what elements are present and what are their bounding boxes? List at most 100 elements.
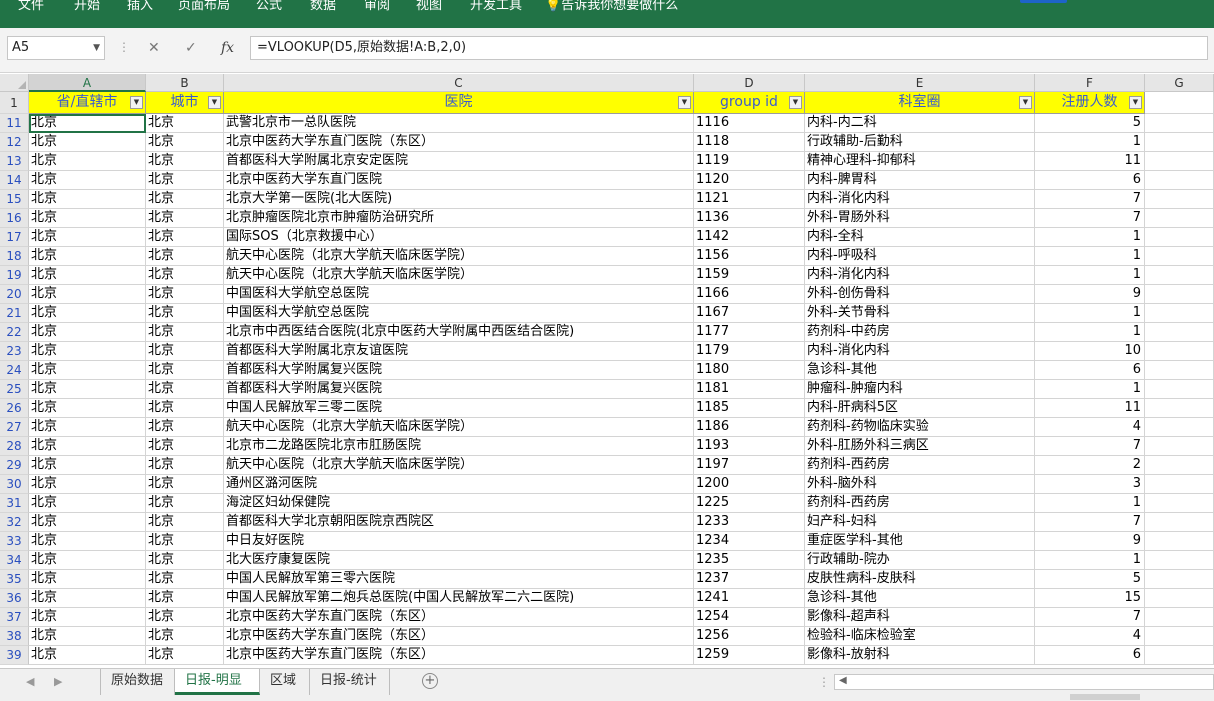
- cell-group-id[interactable]: 1225: [694, 494, 805, 513]
- cell-hospital[interactable]: 北京市二龙路医院北京市肛肠医院: [224, 437, 694, 456]
- cell-empty[interactable]: [1145, 589, 1214, 608]
- cell-city[interactable]: 北京: [146, 342, 224, 361]
- cell-empty[interactable]: [1145, 570, 1214, 589]
- cell-city[interactable]: 北京: [146, 209, 224, 228]
- cell-city[interactable]: 北京: [146, 589, 224, 608]
- cell-empty[interactable]: [1145, 190, 1214, 209]
- cell-city[interactable]: 北京: [146, 304, 224, 323]
- cell-empty[interactable]: [1145, 209, 1214, 228]
- row-header[interactable]: 30: [0, 475, 29, 494]
- cell-city[interactable]: 北京: [146, 380, 224, 399]
- enter-icon[interactable]: ✓: [185, 40, 197, 56]
- cell-hospital[interactable]: 北京大学第一医院(北大医院): [224, 190, 694, 209]
- ribbon-tab-data[interactable]: 数据: [310, 0, 336, 13]
- cell-department[interactable]: 内科-消化内科: [805, 266, 1035, 285]
- cell-city[interactable]: 北京: [146, 494, 224, 513]
- cell-province[interactable]: 北京: [29, 209, 146, 228]
- cell-registrations[interactable]: 6: [1035, 171, 1145, 190]
- cell-city[interactable]: 北京: [146, 627, 224, 646]
- cell-group-id[interactable]: 1200: [694, 475, 805, 494]
- cell-registrations[interactable]: 9: [1035, 532, 1145, 551]
- cell-hospital[interactable]: 首都医科大学附属复兴医院: [224, 380, 694, 399]
- cell-province[interactable]: 北京: [29, 323, 146, 342]
- cell-province[interactable]: 北京: [29, 380, 146, 399]
- cell-department[interactable]: 药剂科-中药房: [805, 323, 1035, 342]
- cell-group-id[interactable]: 1259: [694, 646, 805, 665]
- cell-registrations[interactable]: 4: [1035, 627, 1145, 646]
- cell-empty[interactable]: [1145, 380, 1214, 399]
- sheet-tab-raw-data[interactable]: 原始数据: [101, 669, 175, 695]
- column-header-a[interactable]: A: [29, 74, 146, 92]
- cell-department[interactable]: 内科-内二科: [805, 114, 1035, 133]
- cell-department[interactable]: 内科-消化内科: [805, 190, 1035, 209]
- cell-empty[interactable]: [1145, 532, 1214, 551]
- cancel-icon[interactable]: ✕: [148, 40, 160, 56]
- cell-city[interactable]: 北京: [146, 171, 224, 190]
- cell-department[interactable]: 皮肤性病科-皮肤科: [805, 570, 1035, 589]
- cell-group-id[interactable]: 1136: [694, 209, 805, 228]
- cell-city[interactable]: 北京: [146, 190, 224, 209]
- cell-department[interactable]: 外科-脑外科: [805, 475, 1035, 494]
- cell-city[interactable]: 北京: [146, 323, 224, 342]
- row-header[interactable]: 13: [0, 152, 29, 171]
- ribbon-tab-home[interactable]: 开始: [74, 0, 100, 13]
- cell-city[interactable]: 北京: [146, 133, 224, 152]
- cell-empty[interactable]: [1145, 152, 1214, 171]
- cell-registrations[interactable]: 15: [1035, 589, 1145, 608]
- cell-registrations[interactable]: 7: [1035, 608, 1145, 627]
- ribbon-tab-insert[interactable]: 插入: [127, 0, 153, 13]
- row-header[interactable]: 22: [0, 323, 29, 342]
- cell-empty[interactable]: [1145, 627, 1214, 646]
- filter-dropdown-icon[interactable]: ▼: [1129, 96, 1142, 109]
- cell-registrations[interactable]: 5: [1035, 570, 1145, 589]
- cell-city[interactable]: 北京: [146, 456, 224, 475]
- cell-group-id[interactable]: 1121: [694, 190, 805, 209]
- row-header[interactable]: 25: [0, 380, 29, 399]
- column-header-f[interactable]: F: [1035, 74, 1145, 92]
- cell-hospital[interactable]: 首都医科大学附属复兴医院: [224, 361, 694, 380]
- row-header[interactable]: 27: [0, 418, 29, 437]
- cell-registrations[interactable]: 9: [1035, 285, 1145, 304]
- row-header[interactable]: 32: [0, 513, 29, 532]
- cell-province[interactable]: 北京: [29, 551, 146, 570]
- cell-registrations[interactable]: 1: [1035, 247, 1145, 266]
- cell-group-id[interactable]: 1197: [694, 456, 805, 475]
- cell-province[interactable]: 北京: [29, 513, 146, 532]
- row-header[interactable]: 37: [0, 608, 29, 627]
- filter-dropdown-icon[interactable]: ▼: [1019, 96, 1032, 109]
- cell-hospital[interactable]: 北京肿瘤医院北京市肿瘤防治研究所: [224, 209, 694, 228]
- cell-department[interactable]: 外科-肛肠外科三病区: [805, 437, 1035, 456]
- cell-empty[interactable]: [1145, 361, 1214, 380]
- cell-empty[interactable]: [1145, 114, 1214, 133]
- cell-empty[interactable]: [1145, 228, 1214, 247]
- filter-dropdown-icon[interactable]: ▼: [678, 96, 691, 109]
- cell-department[interactable]: 重症医学科-其他: [805, 532, 1035, 551]
- cell-province[interactable]: 北京: [29, 399, 146, 418]
- cell-registrations[interactable]: 5: [1035, 114, 1145, 133]
- cell-department[interactable]: 精神心理科-抑郁科: [805, 152, 1035, 171]
- cell-hospital[interactable]: 首都医科大学北京朝阳医院京西院区: [224, 513, 694, 532]
- cell-province[interactable]: 北京: [29, 228, 146, 247]
- cell-hospital[interactable]: 航天中心医院（北京大学航天临床医学院）: [224, 247, 694, 266]
- header-cell-department[interactable]: 科室圈 ▼: [805, 92, 1035, 114]
- cell-registrations[interactable]: 11: [1035, 399, 1145, 418]
- row-header[interactable]: 24: [0, 361, 29, 380]
- cell-hospital[interactable]: 北京中医药大学东直门医院（东区）: [224, 608, 694, 627]
- cell-registrations[interactable]: 2: [1035, 456, 1145, 475]
- cell-province[interactable]: 北京: [29, 133, 146, 152]
- cell-group-id[interactable]: 1186: [694, 418, 805, 437]
- cell-hospital[interactable]: 北京中医药大学东直门医院（东区）: [224, 646, 694, 665]
- cell-group-id[interactable]: 1167: [694, 304, 805, 323]
- cell-province[interactable]: 北京: [29, 152, 146, 171]
- cell-department[interactable]: 检验科-临床检验室: [805, 627, 1035, 646]
- cell-city[interactable]: 北京: [146, 570, 224, 589]
- cell-department[interactable]: 外科-关节骨科: [805, 304, 1035, 323]
- header-cell-hospital[interactable]: 医院 ▼: [224, 92, 694, 114]
- cell-province[interactable]: 北京: [29, 437, 146, 456]
- sheet-tab-daily-detail[interactable]: 日报-明显: [175, 669, 260, 695]
- cell-hospital[interactable]: 中国人民解放军第二炮兵总医院(中国人民解放军二六二医院): [224, 589, 694, 608]
- cell-department[interactable]: 内科-消化内科: [805, 342, 1035, 361]
- cell-hospital[interactable]: 航天中心医院（北京大学航天临床医学院）: [224, 266, 694, 285]
- cell-group-id[interactable]: 1142: [694, 228, 805, 247]
- row-header[interactable]: 17: [0, 228, 29, 247]
